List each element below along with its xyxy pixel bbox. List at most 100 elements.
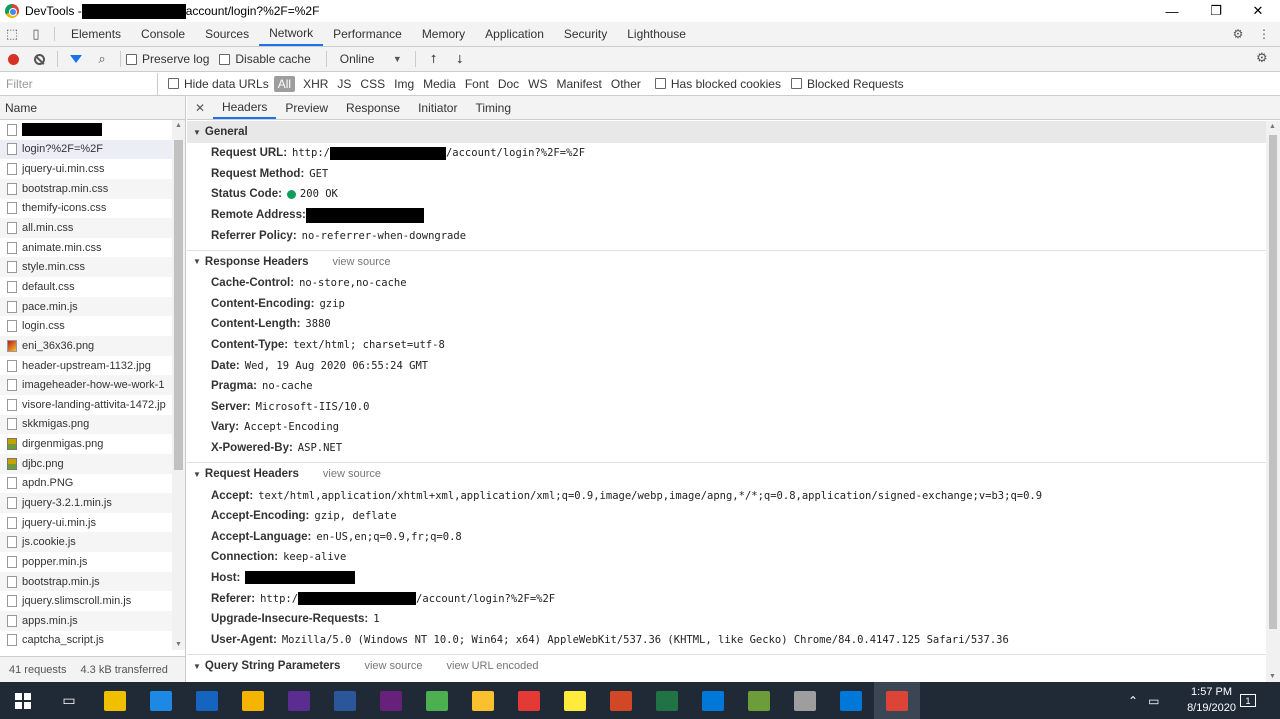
checkbox-box[interactable] xyxy=(126,53,137,65)
request-row[interactable]: animate.min.css xyxy=(0,238,172,258)
request-row[interactable]: imageheader-how-we-work-1 xyxy=(0,375,172,395)
tray-chevron-up-icon[interactable]: ⌃ xyxy=(1128,694,1138,708)
network-settings-gear-icon[interactable]: ⚙ xyxy=(1256,50,1268,66)
taskbar-app-button[interactable] xyxy=(460,682,506,719)
filter-type-manifest[interactable]: Manifest xyxy=(557,77,602,91)
scroll-up-arrow[interactable]: ▲ xyxy=(175,122,182,129)
tab-performance[interactable]: Performance xyxy=(323,22,412,46)
taskbar-app-button[interactable] xyxy=(598,682,644,719)
request-row[interactable]: eni_36x36.png xyxy=(0,336,172,356)
throttling-select[interactable]: Online ▼ xyxy=(332,52,410,66)
settings-gear-icon[interactable]: ⚙ xyxy=(1226,22,1250,46)
export-har-button[interactable]: ⭣ xyxy=(447,47,473,71)
taskbar-app-button[interactable] xyxy=(690,682,736,719)
request-row[interactable]: dirgenmigas.png xyxy=(0,434,172,454)
maximize-button[interactable]: ❐ xyxy=(1196,0,1236,22)
taskbar-app-button[interactable] xyxy=(276,682,322,719)
taskbar-app-button[interactable] xyxy=(414,682,460,719)
request-row[interactable]: jquery.slimscroll.min.js xyxy=(0,591,172,611)
filter-input[interactable]: Filter xyxy=(0,72,158,95)
taskbar-app-button[interactable] xyxy=(736,682,782,719)
request-row[interactable]: apps.min.js xyxy=(0,611,172,631)
tab-sources[interactable]: Sources xyxy=(195,22,259,46)
filter-type-all[interactable]: All xyxy=(273,75,296,92)
tab-headers[interactable]: Headers xyxy=(213,96,277,119)
filter-type-font[interactable]: Font xyxy=(465,77,489,91)
request-row[interactable]: visore-landing-attivita-1472.jp xyxy=(0,395,172,415)
preserve-log-checkbox[interactable]: Preserve log xyxy=(126,52,209,66)
tab-initiator[interactable]: Initiator xyxy=(409,96,466,119)
request-row[interactable]: header-upstream-1132.jpg xyxy=(0,356,172,376)
task-view-button[interactable]: ▭ xyxy=(46,682,92,719)
notification-button[interactable]: 1 xyxy=(1240,682,1256,719)
more-options-icon[interactable]: ⋮ xyxy=(1252,22,1276,46)
minimize-button[interactable]: — xyxy=(1152,0,1192,22)
taskbar-app-button[interactable] xyxy=(138,682,184,719)
request-row[interactable]: jquery-ui.min.css xyxy=(0,159,172,179)
view-source-link[interactable]: view source xyxy=(323,468,381,480)
clear-button[interactable] xyxy=(26,47,52,71)
taskbar-app-button[interactable] xyxy=(828,682,874,719)
request-row[interactable]: login?%2F=%2F xyxy=(0,139,172,160)
request-row[interactable]: bootstrap.min.js xyxy=(0,571,172,592)
filter-type-media[interactable]: Media xyxy=(423,77,456,91)
record-button[interactable] xyxy=(0,47,26,71)
request-row[interactable]: all.min.css xyxy=(0,218,172,238)
import-har-button[interactable]: ⭡ xyxy=(421,47,447,71)
request-row[interactable]: bootstrap.min.css xyxy=(0,178,172,199)
taskbar-app-button[interactable] xyxy=(92,682,138,719)
scroll-up-arrow[interactable]: ▲ xyxy=(1269,123,1276,130)
request-list-scrollbar[interactable]: ▲ ▼ xyxy=(172,120,185,650)
request-row[interactable]: pace.min.js xyxy=(0,296,172,317)
tab-elements[interactable]: Elements xyxy=(61,22,131,46)
request-row[interactable]: skkmigas.png xyxy=(0,414,172,435)
close-button[interactable]: ✕ xyxy=(1238,0,1278,22)
request-row[interactable]: captcha_script.js xyxy=(0,631,172,650)
request-row[interactable]: themify-icons.css xyxy=(0,199,172,219)
view-url-encoded-link[interactable]: view URL encoded xyxy=(447,660,539,672)
checkbox-box[interactable] xyxy=(654,78,666,89)
view-source-link[interactable]: view source xyxy=(364,660,422,672)
scrollbar-thumb[interactable] xyxy=(174,140,183,470)
scrollbar-thumb[interactable] xyxy=(1269,135,1277,629)
scroll-down-arrow[interactable]: ▼ xyxy=(1269,673,1276,680)
request-row[interactable]: default.css xyxy=(0,277,172,297)
filter-type-other[interactable]: Other xyxy=(611,77,641,91)
request-headers-header[interactable]: ▼ Request Headers view source xyxy=(187,463,1266,485)
tab-preview[interactable]: Preview xyxy=(276,96,337,119)
filter-type-ws[interactable]: WS xyxy=(528,77,547,91)
taskbar-app-button[interactable] xyxy=(874,682,920,719)
taskbar-clock[interactable]: 1:57 PM 8/19/2020 xyxy=(1187,684,1236,716)
filter-type-xhr[interactable]: XHR xyxy=(303,77,328,91)
taskbar-app-button[interactable] xyxy=(552,682,598,719)
taskbar-app-button[interactable] xyxy=(230,682,276,719)
detail-scrollbar[interactable]: ▲ ▼ xyxy=(1266,121,1280,682)
has-blocked-cookies-checkbox[interactable]: Has blocked cookies xyxy=(654,77,781,91)
tab-security[interactable]: Security xyxy=(554,22,617,46)
checkbox-box[interactable] xyxy=(168,78,179,89)
query-string-header[interactable]: ▼ Query String Parameters view source view … xyxy=(187,655,1266,677)
request-row[interactable]: style.min.css xyxy=(0,257,172,278)
request-row[interactable]: js.cookie.js xyxy=(0,532,172,553)
inspect-element-icon[interactable]: ⬚ xyxy=(0,22,24,46)
request-row[interactable]: login.css xyxy=(0,316,172,336)
disable-cache-checkbox[interactable]: Disable cache xyxy=(219,52,311,66)
request-row[interactable] xyxy=(0,120,172,140)
search-button[interactable]: ⌕ xyxy=(89,47,115,71)
tab-response[interactable]: Response xyxy=(337,96,409,119)
taskbar-app-button[interactable] xyxy=(184,682,230,719)
general-section-header[interactable]: ▼ General xyxy=(187,121,1266,143)
taskbar-app-button[interactable] xyxy=(322,682,368,719)
request-row[interactable]: popper.min.js xyxy=(0,552,172,572)
blocked-requests-checkbox[interactable]: Blocked Requests xyxy=(790,77,904,91)
response-headers-header[interactable]: ▼ Response Headers view source xyxy=(187,251,1266,273)
request-row[interactable]: jquery-3.2.1.min.js xyxy=(0,493,172,513)
taskbar-app-button[interactable] xyxy=(782,682,828,719)
request-row[interactable]: apdn.PNG xyxy=(0,474,172,494)
start-button[interactable] xyxy=(0,682,46,719)
filter-type-doc[interactable]: Doc xyxy=(498,77,519,91)
tab-network[interactable]: Network xyxy=(259,22,324,46)
view-source-link[interactable]: view source xyxy=(332,256,390,268)
tab-timing[interactable]: Timing xyxy=(466,96,520,119)
tab-console[interactable]: Console xyxy=(131,22,195,46)
